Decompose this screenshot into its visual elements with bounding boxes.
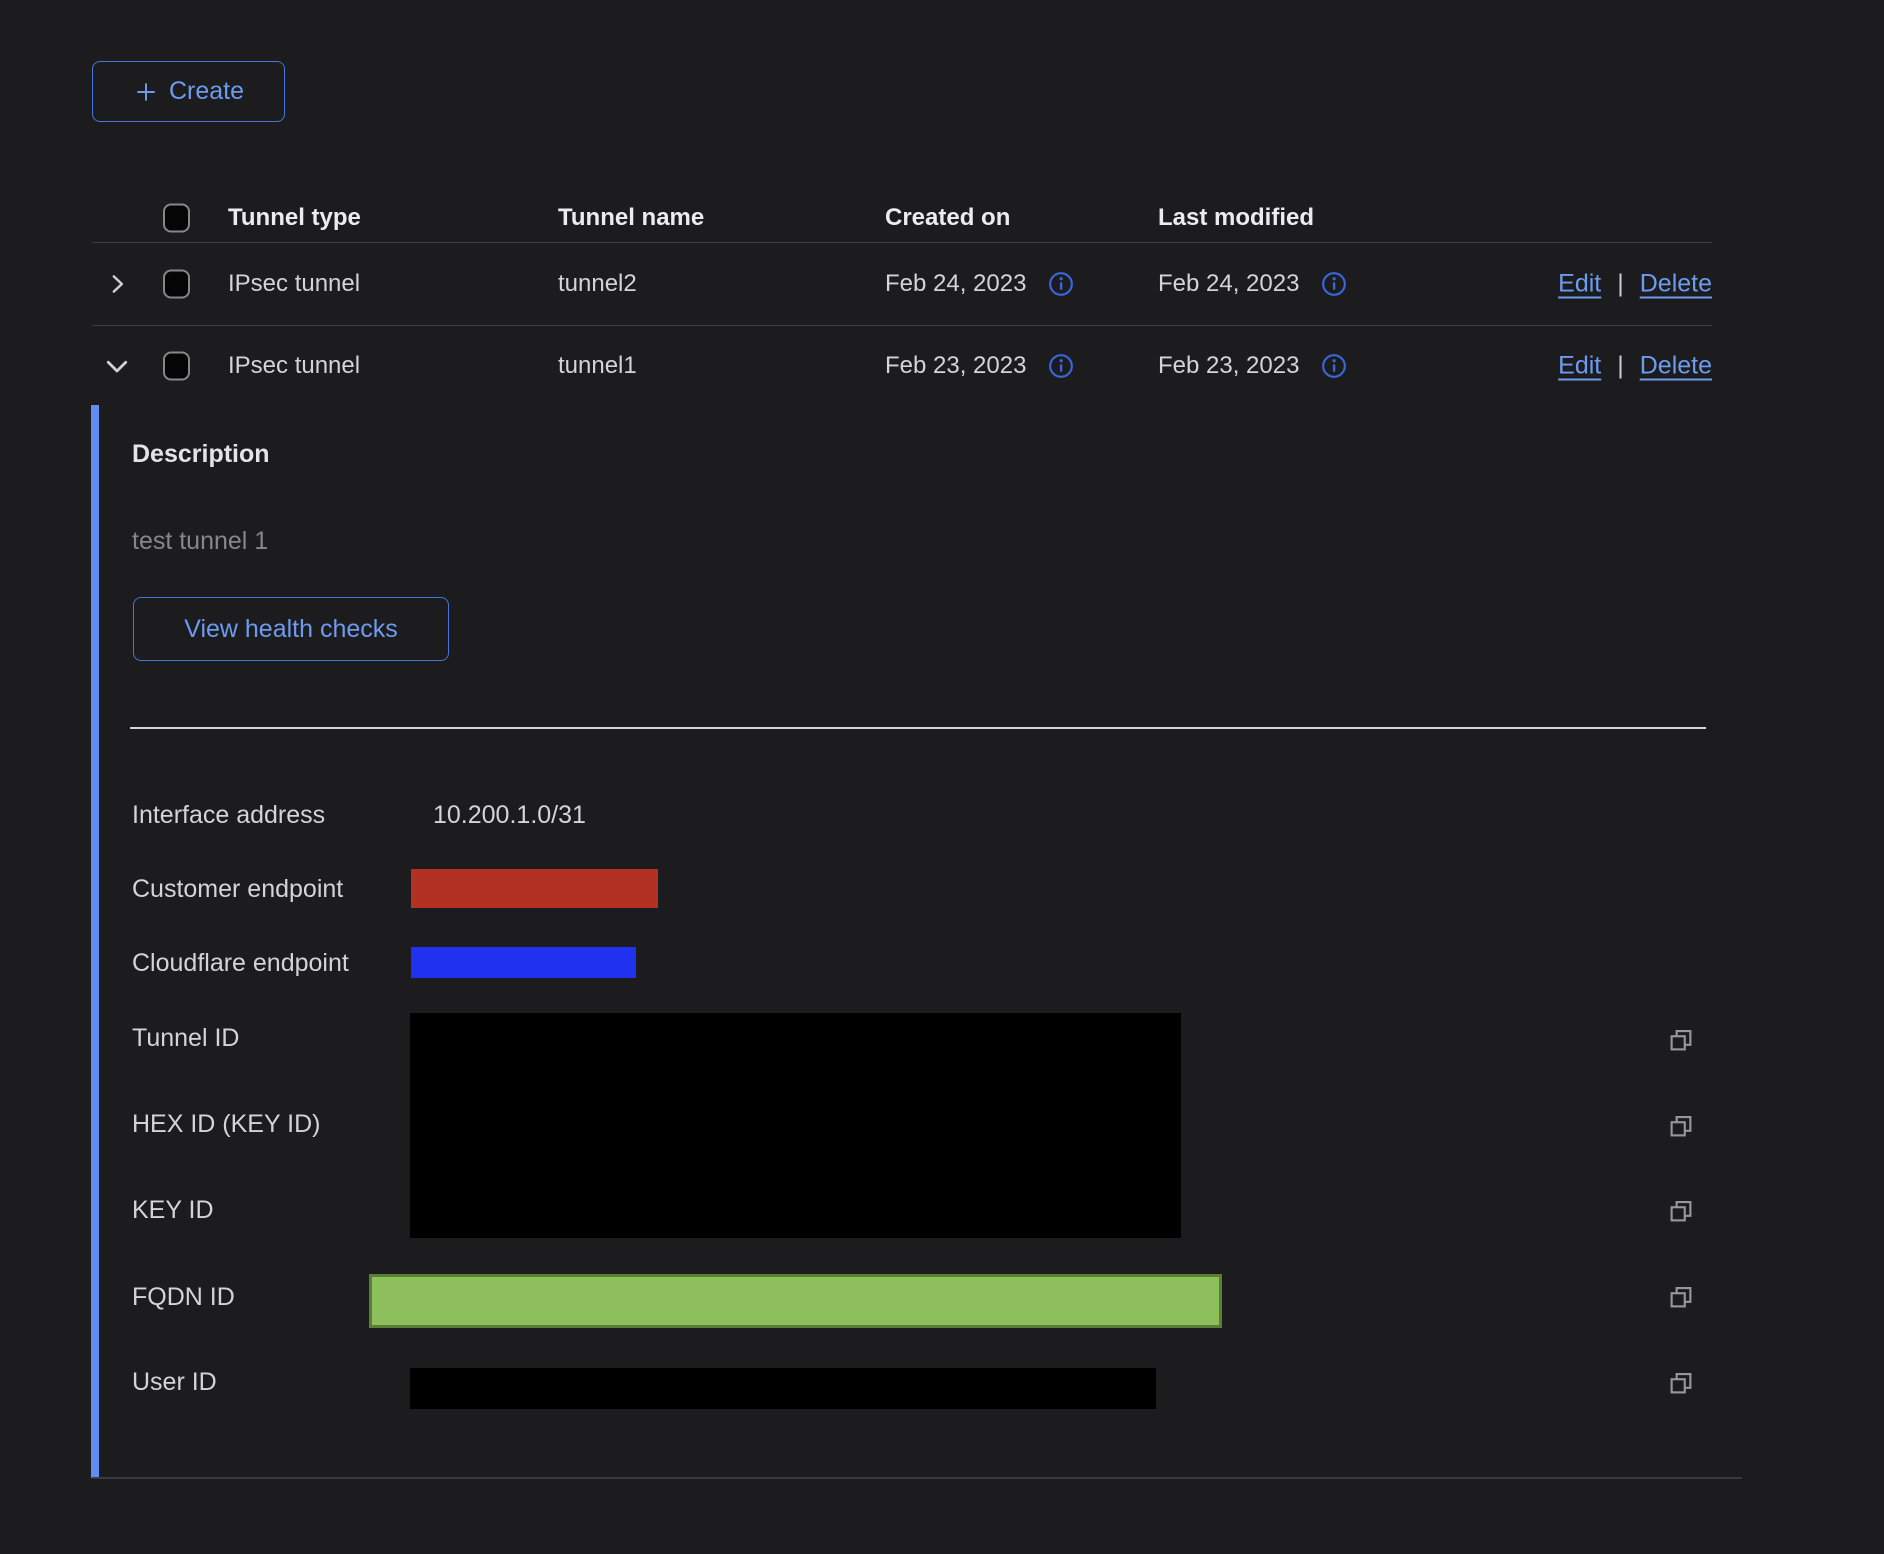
select-all-checkbox[interactable]	[163, 203, 190, 232]
copy-icon[interactable]	[1666, 1111, 1696, 1141]
tunnel-type-cell: IPsec tunnel	[228, 270, 360, 298]
tunnel-name-cell: tunnel2	[558, 270, 637, 298]
info-icon[interactable]	[1048, 353, 1074, 379]
delete-link[interactable]: Delete	[1640, 269, 1712, 298]
actions-separator: |	[1617, 269, 1624, 298]
field-label-user-id: User ID	[132, 1367, 217, 1397]
delete-link[interactable]: Delete	[1640, 352, 1712, 381]
actions-separator: |	[1617, 352, 1624, 381]
table-row: IPsec tunnel tunnel1 Feb 23, 2023 Feb 23…	[92, 325, 1712, 407]
column-header-tunnel-name: Tunnel name	[558, 204, 704, 232]
description-heading: Description	[132, 440, 270, 469]
tunnels-page: Create Tunnel type Tunnel name Created o…	[0, 0, 1884, 1554]
column-header-tunnel-type: Tunnel type	[228, 204, 361, 232]
last-modified-value: Feb 23, 2023	[1158, 352, 1299, 380]
customer-endpoint-redaction	[411, 869, 658, 908]
field-value-interface-address: 10.200.1.0/31	[433, 800, 586, 830]
edit-link[interactable]: Edit	[1558, 352, 1601, 381]
info-icon[interactable]	[1321, 271, 1347, 297]
field-label-cloudflare-endpoint: Cloudflare endpoint	[132, 948, 349, 978]
table-row: IPsec tunnel tunnel2 Feb 24, 2023 Feb 24…	[92, 242, 1712, 326]
last-modified-cell: Feb 23, 2023	[1158, 352, 1347, 380]
create-button[interactable]: Create	[92, 61, 285, 122]
plus-icon	[133, 79, 159, 105]
tunnel-ids-redaction	[410, 1013, 1181, 1238]
field-label-customer-endpoint: Customer endpoint	[132, 874, 343, 904]
field-label-interface-address: Interface address	[132, 800, 325, 830]
cloudflare-endpoint-redaction	[411, 947, 636, 978]
copy-icon[interactable]	[1666, 1196, 1696, 1226]
fqdn-id-redaction	[369, 1274, 1222, 1328]
copy-icon[interactable]	[1666, 1282, 1696, 1312]
created-on-cell: Feb 23, 2023	[885, 352, 1074, 380]
field-label-fqdn-id: FQDN ID	[132, 1282, 235, 1312]
field-label-key-id: KEY ID	[132, 1195, 214, 1225]
column-header-created-on: Created on	[885, 204, 1010, 232]
edit-link[interactable]: Edit	[1558, 269, 1601, 298]
last-modified-value: Feb 24, 2023	[1158, 270, 1299, 298]
view-health-checks-button[interactable]: View health checks	[133, 597, 449, 661]
create-button-label: Create	[169, 77, 244, 106]
copy-icon[interactable]	[1666, 1368, 1696, 1398]
field-label-hex-id: HEX ID (KEY ID)	[132, 1109, 320, 1139]
table-header-row: Tunnel type Tunnel name Created on Last …	[92, 193, 1712, 243]
row-actions: Edit | Delete	[1558, 269, 1712, 298]
chevron-down-icon[interactable]	[102, 351, 132, 381]
copy-icon[interactable]	[1666, 1025, 1696, 1055]
info-icon[interactable]	[1048, 271, 1074, 297]
row-checkbox[interactable]	[163, 352, 190, 381]
panel-divider	[130, 727, 1706, 729]
tunnel-name-cell: tunnel1	[558, 352, 637, 380]
created-on-cell: Feb 24, 2023	[885, 270, 1074, 298]
chevron-right-icon[interactable]	[102, 269, 132, 299]
row-actions: Edit | Delete	[1558, 352, 1712, 381]
created-on-value: Feb 23, 2023	[885, 352, 1026, 380]
field-label-tunnel-id: Tunnel ID	[132, 1023, 239, 1053]
view-health-checks-label: View health checks	[184, 615, 398, 644]
user-id-redaction	[410, 1368, 1156, 1409]
row-checkbox[interactable]	[163, 269, 190, 298]
last-modified-cell: Feb 24, 2023	[1158, 270, 1347, 298]
description-value: test tunnel 1	[132, 527, 268, 556]
tunnel-type-cell: IPsec tunnel	[228, 352, 360, 380]
created-on-value: Feb 24, 2023	[885, 270, 1026, 298]
info-icon[interactable]	[1321, 353, 1347, 379]
column-header-last-modified: Last modified	[1158, 204, 1314, 232]
expanded-panel-accent-bar	[91, 405, 99, 1478]
panel-bottom-divider	[92, 1477, 1742, 1479]
